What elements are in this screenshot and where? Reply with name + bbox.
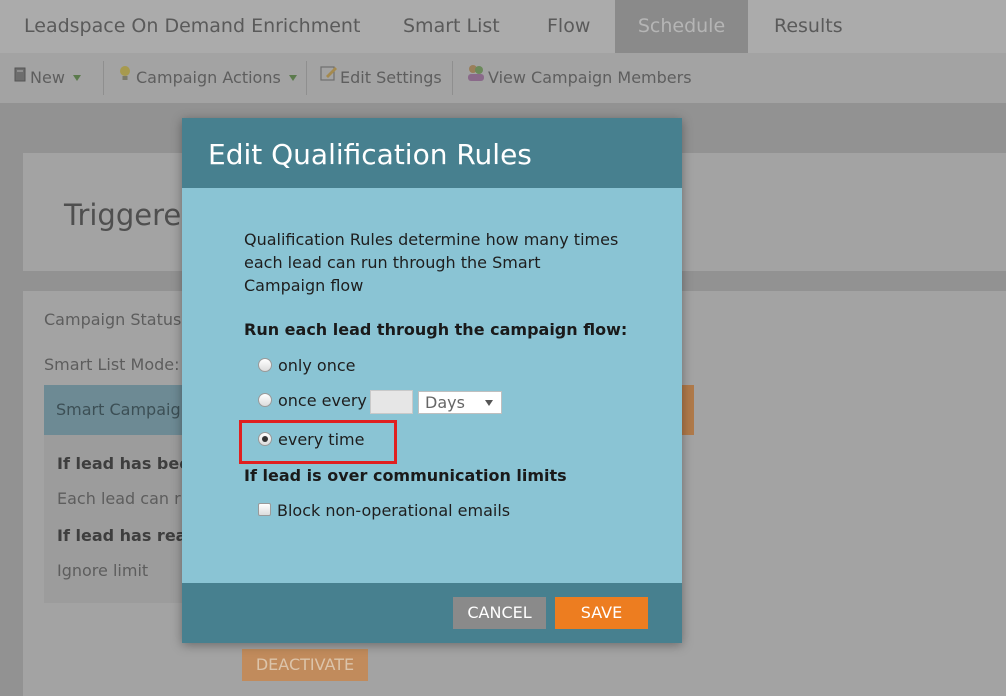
if-lead-has-been-label: If lead has bee — [57, 454, 191, 473]
edit-settings-label: Edit Settings — [340, 68, 442, 87]
tab-results[interactable]: Results — [750, 0, 867, 53]
communication-limits-label: If lead is over communication limits — [244, 466, 567, 485]
campaign-actions-label: Campaign Actions — [136, 68, 281, 87]
smart-list-mode-label: Smart List Mode: — [44, 355, 180, 374]
interval-unit-value: Days — [425, 393, 465, 412]
save-button[interactable]: SAVE — [555, 597, 648, 629]
once-every-label: once every — [278, 391, 367, 410]
deactivate-button[interactable]: DEACTIVATE — [242, 649, 368, 681]
new-label: New — [30, 68, 65, 87]
smart-campaign-header-label: Smart Campaig — [56, 400, 181, 419]
campaign-status-label: Campaign Status — [44, 310, 182, 329]
new-menu-button[interactable]: New — [14, 53, 81, 103]
tab-leadspace-program[interactable]: Leadspace On Demand Enrichment — [0, 0, 384, 53]
block-emails-label: Block non-operational emails — [277, 501, 511, 520]
view-campaign-members-label: View Campaign Members — [488, 68, 692, 87]
chevron-down-icon — [485, 400, 493, 406]
dialog-header: Edit Qualification Rules — [182, 118, 682, 188]
highlight-box — [239, 420, 397, 464]
top-tab-bar: Leadspace On Demand Enrichment Smart Lis… — [0, 0, 1006, 53]
block-emails-checkbox[interactable] — [258, 503, 271, 516]
edit-settings-button[interactable]: Edit Settings — [320, 53, 442, 103]
campaign-type-title: Triggered — [64, 198, 200, 232]
tab-schedule[interactable]: Schedule — [615, 0, 748, 53]
interval-unit-select[interactable]: Days — [418, 391, 502, 414]
campaign-actions-menu-button[interactable]: Campaign Actions — [118, 53, 297, 103]
only-once-radio[interactable] — [258, 357, 272, 372]
campaign-toolbar: New Campaign Actions Edit Settings View … — [0, 53, 1006, 103]
option-only-once[interactable]: only once — [258, 356, 356, 375]
interval-number-input[interactable] — [370, 390, 413, 414]
tab-flow[interactable]: Flow — [523, 0, 614, 53]
chevron-down-icon — [72, 74, 81, 81]
once-every-radio[interactable] — [258, 392, 272, 407]
edit-pencil-icon — [320, 52, 338, 102]
lightbulb-icon — [118, 52, 132, 102]
dialog-description: Qualification Rules determine how many t… — [244, 230, 619, 295]
dialog-footer: CANCEL SAVE — [182, 583, 682, 643]
new-document-icon — [14, 52, 26, 102]
view-campaign-members-button[interactable]: View Campaign Members — [466, 53, 692, 103]
ignore-limit-text: Ignore limit — [57, 561, 149, 580]
edit-qualification-rules-dialog: Edit Qualification Rules Qualification R… — [182, 118, 682, 643]
each-lead-can-run-text: Each lead can ru — [57, 489, 191, 508]
if-lead-has-reached-label: If lead has reac — [57, 526, 196, 545]
toolbar-divider — [103, 61, 104, 95]
option-once-every[interactable]: once every — [258, 391, 367, 410]
smart-campaign-rules-header: Smart Campaig — [44, 385, 184, 435]
only-once-label: only once — [278, 356, 356, 375]
option-block-emails[interactable]: Block non-operational emails — [258, 501, 510, 520]
cancel-button[interactable]: CANCEL — [453, 597, 546, 629]
tab-smart-list[interactable]: Smart List — [379, 0, 524, 53]
toolbar-divider — [306, 61, 307, 95]
activate-button-edge — [682, 385, 694, 435]
chevron-down-icon — [288, 74, 297, 81]
run-frequency-label: Run each lead through the campaign flow: — [244, 320, 628, 339]
dialog-title: Edit Qualification Rules — [208, 138, 532, 171]
members-icon — [466, 52, 486, 102]
toolbar-divider — [452, 61, 453, 95]
